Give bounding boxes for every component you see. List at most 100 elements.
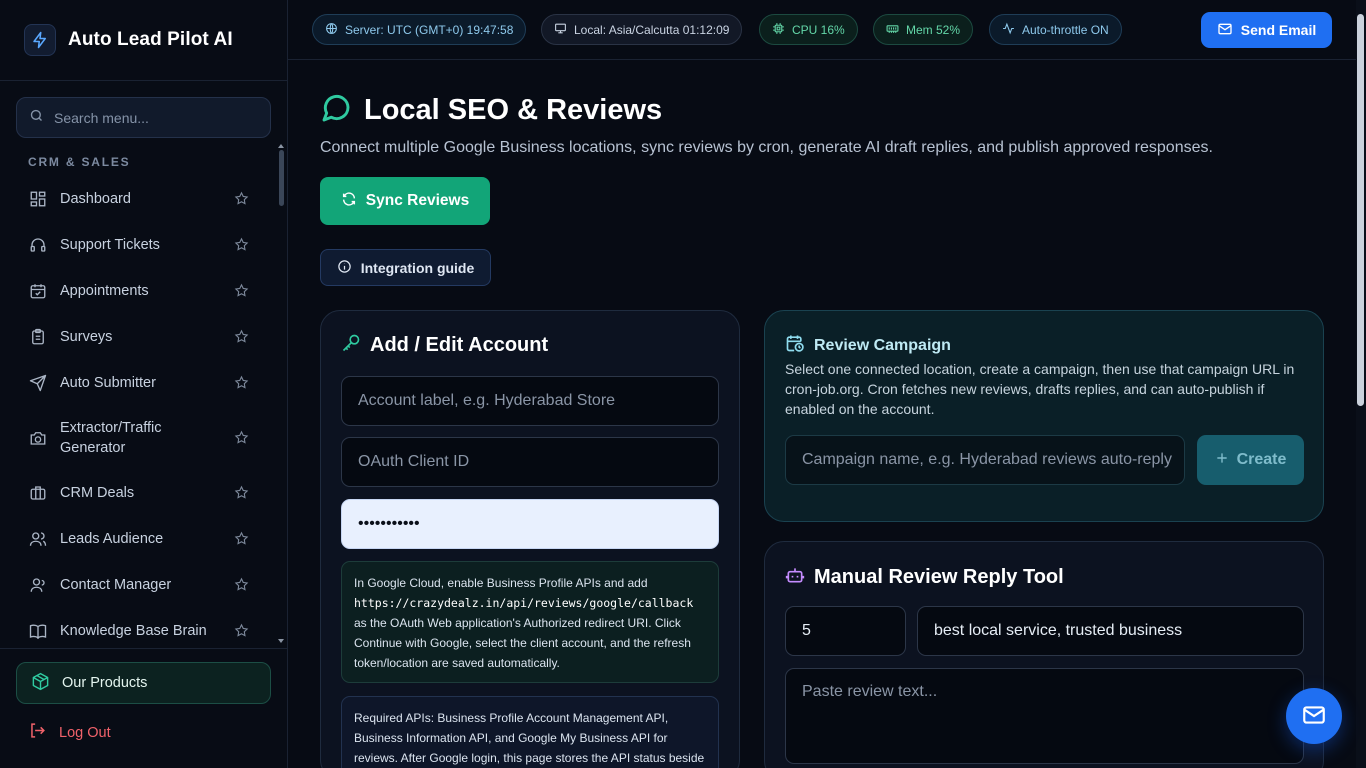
book-icon (28, 621, 48, 641)
cpu-badge: CPU 16% (759, 14, 858, 45)
campaign-description: Select one connected location, create a … (785, 361, 1295, 417)
star-icon[interactable] (234, 329, 250, 345)
sidebar-item-knowledge-base[interactable]: Knowledge Base Brain (16, 620, 264, 642)
page-header: Local SEO & Reviews (320, 92, 662, 129)
mail-icon (1217, 21, 1233, 40)
callback-url: https://crazydealz.in/api/reviews/google… (354, 596, 694, 610)
server-time-text: Server: UTC (GMT+0) 19:47:58 (345, 22, 514, 37)
divider (0, 80, 287, 81)
sidebar-item-label: Dashboard (60, 191, 131, 207)
sidebar-item-surveys[interactable]: Surveys (16, 326, 264, 348)
bolt-icon (24, 24, 56, 56)
page-title: Local SEO & Reviews (364, 94, 663, 126)
sidebar-item-dashboard[interactable]: Dashboard (16, 188, 264, 210)
oauth-note-text-1: In Google Cloud, enable Business Profile… (354, 576, 648, 590)
headset-icon (28, 235, 48, 255)
sidebar-item-crm-deals[interactable]: CRM Deals (16, 482, 264, 504)
integration-guide-label: Integration guide (360, 259, 475, 276)
sidebar-item-label: Appointments (60, 283, 149, 299)
auto-throttle-badge[interactable]: Auto-throttle ON (989, 14, 1122, 45)
sidebar-item-extractor[interactable]: Extractor/Traffic Generator (16, 418, 264, 458)
bot-icon (785, 565, 805, 590)
account-label-input[interactable] (341, 376, 719, 426)
keywords-input[interactable] (917, 606, 1304, 656)
memory-text: Mem 52% (906, 22, 961, 37)
main-scrollbar-thumb[interactable] (1357, 14, 1364, 406)
cpu-icon (772, 22, 785, 38)
sidebar-item-support-tickets[interactable]: Support Tickets (16, 234, 264, 256)
key-icon (341, 333, 361, 358)
sidebar-item-label: Surveys (60, 329, 113, 345)
logout-icon (28, 721, 47, 744)
send-icon (28, 373, 48, 393)
monitor-icon (554, 22, 567, 38)
search-icon (29, 108, 44, 128)
search-box[interactable] (16, 97, 271, 138)
our-products-label: Our Products (62, 675, 148, 691)
divider (0, 648, 287, 649)
oauth-client-secret-input[interactable] (341, 499, 719, 549)
star-icon[interactable] (234, 485, 250, 501)
star-icon[interactable] (234, 375, 250, 391)
send-email-label: Send Email (1240, 22, 1317, 38)
sidebar-scrollbar-thumb[interactable] (279, 150, 284, 206)
cpu-text: CPU 16% (792, 22, 845, 37)
page-subtitle: Connect multiple Google Business locatio… (320, 139, 1213, 156)
sidebar-item-appointments[interactable]: Appointments (16, 280, 264, 302)
calendar-clock-icon (785, 333, 805, 358)
sync-reviews-label: Sync Reviews (365, 192, 470, 209)
star-icon[interactable] (234, 237, 250, 253)
oauth-setup-note: In Google Cloud, enable Business Profile… (341, 561, 719, 683)
search-input[interactable] (54, 109, 254, 126)
integration-guide-button[interactable]: Integration guide (320, 249, 491, 286)
manual-card-header: Manual Review Reply Tool (785, 565, 1064, 590)
star-icon[interactable] (234, 531, 250, 547)
oauth-note-text-2: as the OAuth Web application's Authorize… (354, 616, 691, 670)
star-icon[interactable] (234, 577, 250, 593)
user-icon (28, 575, 48, 595)
sidebar-item-contact-manager[interactable]: Contact Manager (16, 574, 264, 596)
campaign-name-input[interactable] (785, 435, 1185, 485)
star-icon[interactable] (234, 191, 250, 207)
star-icon[interactable] (234, 430, 250, 446)
sidebar-scrollbar[interactable] (277, 142, 285, 646)
memory-icon (886, 22, 899, 38)
our-products-button[interactable]: Our Products (16, 662, 271, 704)
sidebar-item-auto-submitter[interactable]: Auto Submitter (16, 372, 264, 394)
brand[interactable]: Auto Lead Pilot AI (24, 24, 233, 56)
sidebar-item-label: Extractor/Traffic Generator (60, 420, 162, 456)
manual-reply-card: Manual Review Reply Tool (764, 541, 1324, 768)
required-apis-note: Required APIs: Business Profile Account … (341, 696, 719, 768)
create-campaign-button[interactable]: Create (1197, 435, 1304, 485)
review-campaign-card: Review Campaign Select one connected loc… (764, 310, 1324, 522)
logout-button[interactable]: Log Out (28, 721, 111, 744)
server-time-badge: Server: UTC (GMT+0) 19:47:58 (312, 14, 527, 45)
memory-badge: Mem 52% (873, 14, 974, 45)
send-email-button[interactable]: Send Email (1201, 12, 1332, 48)
star-icon[interactable] (234, 623, 250, 639)
plus-icon (1215, 451, 1229, 470)
section-label-crm: CRM & SALES (28, 155, 131, 169)
sync-reviews-button[interactable]: Sync Reviews (320, 177, 490, 225)
sidebar: Auto Lead Pilot AI CRM & SALES Dashboard… (0, 0, 288, 768)
brand-title: Auto Lead Pilot AI (68, 29, 233, 50)
account-card-header: Add / Edit Account (341, 333, 548, 358)
dashboard-icon (28, 189, 48, 209)
sidebar-item-label: Support Tickets (60, 237, 160, 253)
mail-icon (1301, 702, 1327, 731)
sidebar-menu: Dashboard Support Tickets Appointments S… (16, 176, 274, 644)
auto-throttle-text: Auto-throttle ON (1022, 22, 1109, 37)
email-fab-button[interactable] (1286, 688, 1342, 744)
sidebar-item-leads-audience[interactable]: Leads Audience (16, 528, 264, 550)
account-card: Add / Edit Account In Google Cloud, enab… (320, 310, 740, 768)
clipboard-icon (28, 327, 48, 347)
rating-input[interactable] (785, 606, 906, 656)
oauth-client-id-input[interactable] (341, 437, 719, 487)
campaign-card-header: Review Campaign (785, 333, 951, 358)
logout-label: Log Out (59, 724, 111, 741)
refresh-icon (341, 191, 357, 212)
star-icon[interactable] (234, 283, 250, 299)
review-text-input[interactable] (785, 668, 1304, 764)
package-icon (31, 672, 50, 695)
users-icon (28, 529, 48, 549)
